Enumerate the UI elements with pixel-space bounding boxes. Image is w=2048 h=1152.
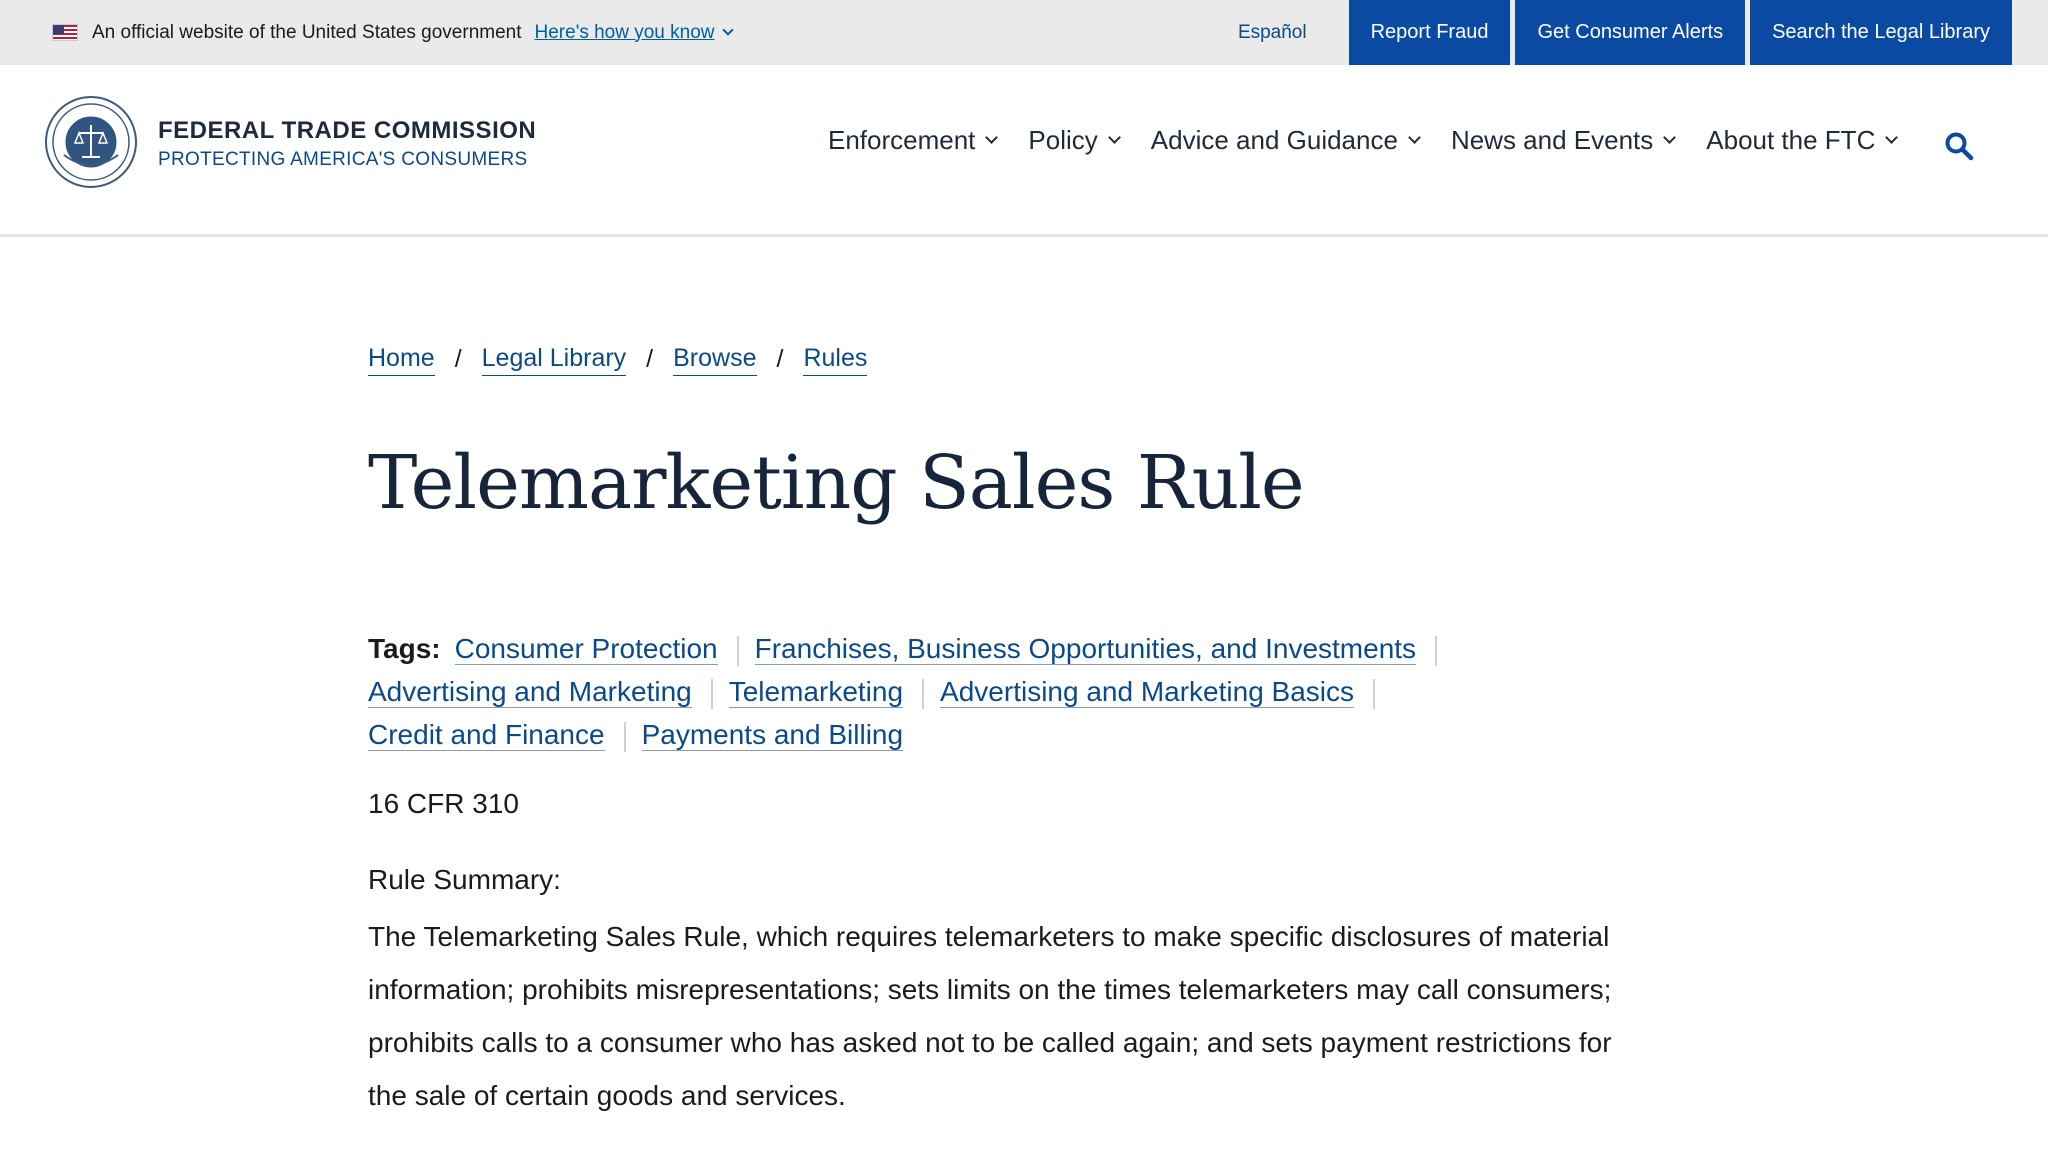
nav-news-and-events[interactable]: News and Events [1450,124,1677,156]
tag-divider [922,678,925,709]
search-icon[interactable] [1944,131,1974,161]
summary-line: The Telemarketing Sales Rule, which requ… [368,921,1610,952]
chevron-down-icon [721,24,734,36]
agency-name[interactable]: FEDERAL TRADE COMMISSION [158,117,536,145]
chevron-down-icon [985,130,999,144]
tag-advertising-and-marketing[interactable]: Advertising and Marketing [368,676,692,708]
rule-summary-text: The Telemarketing Sales Rule, which requ… [368,910,1668,1122]
tag-divider [623,721,626,752]
summary-line: information; prohibits misrepresentation… [368,974,1612,1005]
breadcrumb-separator: / [454,345,462,373]
nav-policy[interactable]: Policy [1028,124,1121,156]
chevron-down-icon [1663,130,1677,144]
tag-divider [1373,678,1376,709]
nav-label: Advice and Guidance [1150,124,1398,155]
espanol-link[interactable]: Español [1238,0,1344,65]
nav-label: News and Events [1450,124,1654,155]
breadcrumb-separator: / [776,345,784,373]
summary-line: prohibits calls to a consumer who has as… [368,1027,1612,1058]
breadcrumb-legal-library[interactable]: Legal Library [481,343,627,376]
tag-divider [736,635,739,666]
chevron-down-icon [1408,130,1421,144]
cfr-citation: 16 CFR 310 [368,788,519,819]
utility-links: Español Report Fraud Get Consumer Alerts… [1238,0,2012,65]
official-text: An official website of the United States… [92,21,522,43]
nav-label: Enforcement [828,124,976,155]
site-header: FEDERAL TRADE COMMISSION PROTECTING AMER… [0,65,2048,237]
tag-franchises[interactable]: Franchises, Business Opportunities, and … [754,633,1417,665]
gov-banner: An official website of the United States… [0,0,2048,65]
report-fraud-button[interactable]: Report Fraud [1348,0,1511,65]
tags-label: Tags: [368,633,441,664]
ftc-seal-icon[interactable] [44,95,138,189]
agency-tagline: PROTECTING AMERICA'S CONSUMERS [158,149,528,170]
nav-about-the-ftc[interactable]: About the FTC [1706,124,1899,156]
tag-divider [710,678,713,709]
heres-how-you-know-link[interactable]: Here's how you know [535,22,734,44]
tag-telemarketing[interactable]: Telemarketing [728,676,904,708]
chevron-down-icon [1885,130,1899,144]
consumer-alerts-button[interactable]: Get Consumer Alerts [1515,0,1746,65]
nav-enforcement[interactable]: Enforcement [828,124,999,156]
nav-label: About the FTC [1706,124,1876,155]
rule-summary-label: Rule Summary: [368,864,561,895]
nav-label: Policy [1028,124,1098,155]
main-navigation: Enforcement Policy Advice and Guidance N… [828,125,1928,155]
breadcrumb-rules[interactable]: Rules [803,343,868,376]
tag-credit-and-finance[interactable]: Credit and Finance [368,719,605,751]
tag-consumer-protection[interactable]: Consumer Protection [454,633,718,665]
summary-line: the sale of certain goods and services. [368,1080,846,1111]
breadcrumb-home[interactable]: Home [368,343,435,376]
breadcrumb-browse[interactable]: Browse [673,343,757,376]
tag-divider [1435,635,1438,666]
tag-payments-and-billing[interactable]: Payments and Billing [641,719,904,751]
official-notice: An official website of the United States… [52,0,734,65]
us-flag-icon [52,24,78,41]
chevron-down-icon [1107,130,1121,144]
page-title: Telemarketing Sales Rule [368,440,1305,526]
nav-advice-and-guidance[interactable]: Advice and Guidance [1150,124,1421,156]
breadcrumb: Home / Legal Library / Browse / Rules [368,343,868,376]
legal-library-button[interactable]: Search the Legal Library [1750,0,2012,65]
tag-advertising-basics[interactable]: Advertising and Marketing Basics [940,676,1355,708]
breadcrumb-separator: / [646,345,654,373]
tag-list: Tags: Consumer Protection Franchises, Busi… [368,627,1498,756]
heres-how-you-know-label[interactable]: Here's how you know [535,22,715,44]
